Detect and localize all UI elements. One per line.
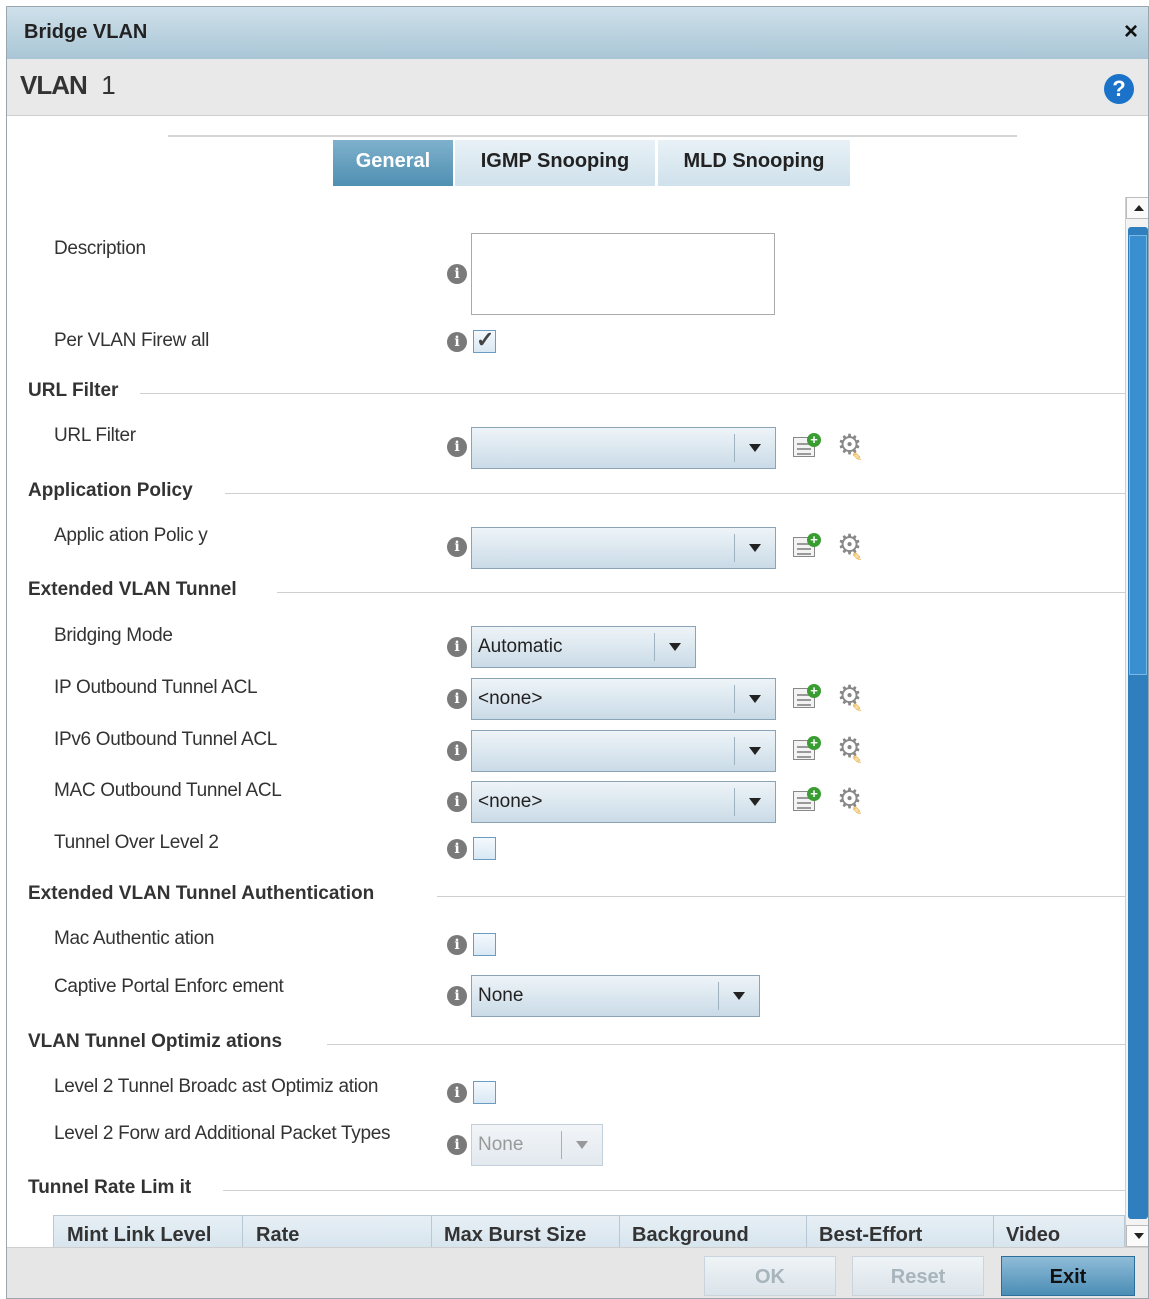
mac-outbound-acl-select[interactable]: <none>	[471, 781, 776, 823]
info-icon[interactable]: i	[447, 792, 467, 812]
l2-broadcast-opt-checkbox[interactable]	[473, 1081, 496, 1104]
tab-mld-snooping[interactable]: MLD Snooping	[658, 140, 850, 186]
info-icon[interactable]: i	[447, 437, 467, 457]
rate-limit-table-header: Mint Link Level Rate Max Burst Size Back…	[53, 1215, 1125, 1247]
column-header[interactable]: Best-Effort	[819, 1224, 922, 1247]
l2-broadcast-opt-label: Level 2 Tunnel Broadc ast Optimiz ation	[54, 1076, 379, 1097]
section-divider	[327, 1044, 1125, 1045]
add-application-policy-icon[interactable]: +	[793, 533, 821, 557]
info-icon[interactable]: i	[447, 537, 467, 557]
column-header[interactable]: Mint Link Level	[67, 1224, 211, 1247]
info-icon[interactable]: i	[447, 264, 467, 284]
info-icon[interactable]: i	[447, 1135, 467, 1155]
help-icon[interactable]: ?	[1104, 74, 1134, 104]
ipv6-outbound-acl-select[interactable]	[471, 730, 776, 772]
section-divider	[223, 1190, 1125, 1191]
l2-forward-types-label: Level 2 Forw ard Additional Packet Types	[54, 1123, 391, 1144]
chevron-down-icon	[749, 444, 761, 452]
mac-outbound-acl-label: MAC Outbound Tunnel ACL	[54, 780, 282, 801]
section-divider	[437, 896, 1125, 897]
bridging-mode-label: Bridging Mode	[54, 625, 173, 646]
chevron-down-icon	[576, 1141, 588, 1149]
mac-authentication-checkbox[interactable]	[473, 933, 496, 956]
description-label: Description	[54, 238, 146, 259]
edit-ipv6-acl-gear-icon[interactable]: ⚙ ✎	[837, 734, 862, 768]
mac-authentication-label: Mac Authentic ation	[54, 928, 215, 949]
section-tunnel-rate-limit: Tunnel Rate Lim it	[28, 1177, 192, 1198]
info-icon[interactable]: i	[447, 935, 467, 955]
section-vlan-tunnel-optimizations: VLAN Tunnel Optimiz ations	[28, 1031, 283, 1052]
url-filter-label: URL Filter	[54, 425, 136, 446]
chevron-down-icon	[749, 695, 761, 703]
section-extended-vlan-tunnel: Extended VLAN Tunnel	[28, 579, 237, 600]
column-header[interactable]: Background	[632, 1224, 749, 1247]
bridging-mode-select[interactable]: Automatic	[471, 626, 696, 668]
info-icon[interactable]: i	[447, 741, 467, 761]
info-icon[interactable]: i	[447, 637, 467, 657]
edit-ip-acl-gear-icon[interactable]: ⚙ ✎	[837, 682, 862, 716]
section-url-filter: URL Filter	[28, 380, 119, 401]
ok-button[interactable]: OK	[704, 1256, 836, 1296]
edit-application-policy-gear-icon[interactable]: ⚙ ✎	[837, 531, 862, 565]
close-icon[interactable]: ×	[1124, 18, 1138, 46]
add-url-filter-icon[interactable]: +	[793, 433, 821, 457]
title-bar: Bridge VLAN ×	[7, 7, 1148, 60]
tab-divider	[168, 135, 1017, 137]
info-icon[interactable]: i	[447, 839, 467, 859]
chevron-down-icon	[669, 643, 681, 651]
add-ip-acl-icon[interactable]: +	[793, 684, 821, 708]
tab-general[interactable]: General	[333, 140, 453, 186]
info-icon[interactable]: i	[447, 1083, 467, 1103]
vlan-id: 1	[101, 70, 116, 100]
vlan-title: VLAN 1	[20, 70, 116, 101]
scroll-down-icon[interactable]	[1126, 1225, 1148, 1247]
l2-forward-types-select[interactable]: None	[471, 1124, 603, 1166]
ip-outbound-acl-select[interactable]: <none>	[471, 678, 776, 720]
vlan-header: VLAN 1 ?	[7, 59, 1148, 116]
dialog-footer: OK Reset Exit	[7, 1247, 1148, 1298]
chevron-down-icon	[749, 544, 761, 552]
info-icon[interactable]: i	[447, 689, 467, 709]
general-form: Description i Per VLAN Firew all i ✓ URL…	[7, 197, 1125, 1247]
vertical-scrollbar[interactable]	[1125, 197, 1148, 1247]
add-mac-acl-icon[interactable]: +	[793, 787, 821, 811]
application-policy-select[interactable]	[471, 527, 776, 569]
chevron-down-icon	[749, 798, 761, 806]
tunnel-over-level2-checkbox[interactable]	[473, 837, 496, 860]
application-policy-label: Applic ation Polic y	[54, 525, 208, 546]
tab-igmp-snooping[interactable]: IGMP Snooping	[455, 140, 655, 186]
section-divider	[277, 592, 1125, 593]
section-divider	[225, 493, 1125, 494]
captive-portal-select[interactable]: None	[471, 975, 760, 1017]
edit-url-filter-gear-icon[interactable]: ⚙ ✎	[837, 431, 862, 465]
dialog-title: Bridge VLAN	[24, 21, 148, 43]
per-vlan-firewall-label: Per VLAN Firew all	[54, 330, 210, 351]
scroll-thumb[interactable]	[1129, 235, 1147, 675]
bridge-vlan-dialog: Bridge VLAN × VLAN 1 ? General IGMP Snoo…	[6, 6, 1149, 1299]
add-ipv6-acl-icon[interactable]: +	[793, 736, 821, 760]
captive-portal-label: Captive Portal Enforc ement	[54, 976, 284, 997]
exit-button[interactable]: Exit	[1001, 1256, 1135, 1296]
section-divider	[140, 393, 1125, 394]
column-header[interactable]: Max Burst Size	[444, 1224, 586, 1247]
info-icon[interactable]: i	[447, 332, 467, 352]
edit-mac-acl-gear-icon[interactable]: ⚙ ✎	[837, 785, 862, 819]
section-extended-vlan-tunnel-auth: Extended VLAN Tunnel Authentication	[28, 883, 375, 904]
scroll-up-icon[interactable]	[1126, 197, 1148, 219]
ip-outbound-acl-label: IP Outbound Tunnel ACL	[54, 677, 258, 698]
column-header[interactable]: Video	[1006, 1224, 1060, 1247]
checkmark-icon: ✓	[476, 327, 495, 352]
per-vlan-firewall-checkbox[interactable]: ✓	[473, 327, 496, 353]
ipv6-outbound-acl-label: IPv6 Outbound Tunnel ACL	[54, 729, 278, 750]
description-input[interactable]	[471, 233, 775, 315]
column-header[interactable]: Rate	[256, 1224, 299, 1247]
tunnel-over-level2-label: Tunnel Over Level 2	[54, 832, 219, 853]
url-filter-select[interactable]	[471, 427, 776, 469]
section-application-policy: Application Policy	[28, 480, 193, 501]
chevron-down-icon	[733, 992, 745, 1000]
chevron-down-icon	[749, 747, 761, 755]
info-icon[interactable]: i	[447, 986, 467, 1006]
reset-button[interactable]: Reset	[852, 1256, 984, 1296]
vlan-label: VLAN	[20, 70, 88, 100]
